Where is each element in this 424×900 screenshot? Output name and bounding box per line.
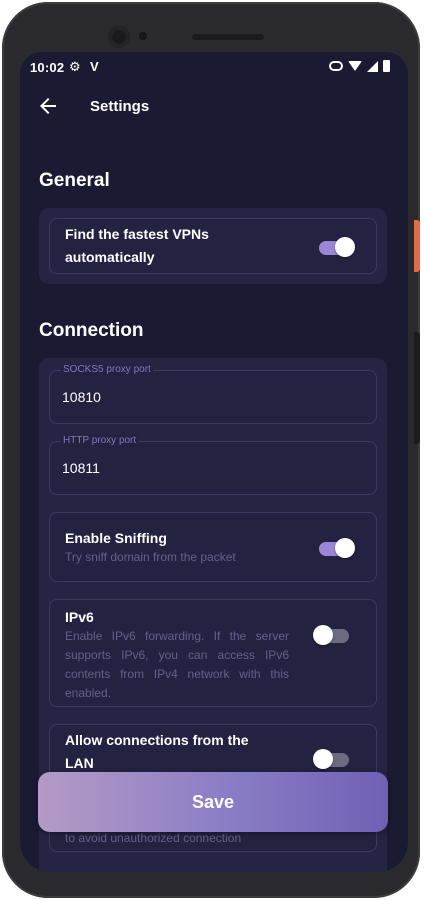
sniffing-row[interactable]: Enable Sniffing Try sniff domain from th… <box>49 512 377 582</box>
toggle-thumb <box>335 538 355 558</box>
sniffing-label: Enable Sniffing <box>65 530 167 546</box>
battery-icon <box>383 60 390 72</box>
section-title-connection: Connection <box>39 320 144 341</box>
ipv6-row[interactable]: IPv6 Enable IPv6 forwarding. If the serv… <box>49 599 377 707</box>
screen: 10:02 ⚙ V Settings General Find the fast… <box>20 52 408 872</box>
save-button[interactable]: Save <box>38 772 388 832</box>
ipv6-label: IPv6 <box>65 609 94 625</box>
earpiece-speaker <box>192 34 264 40</box>
volume-button <box>414 332 420 444</box>
sniffing-toggle[interactable] <box>317 538 355 558</box>
socks5-port-value[interactable]: 10810 <box>62 389 101 405</box>
gear-icon: ⚙ <box>69 59 81 74</box>
sensor-dot <box>139 32 147 40</box>
http-port-field[interactable]: HTTP proxy port 10811 <box>49 435 377 495</box>
app-bar: Settings <box>20 84 408 132</box>
phone-frame: 10:02 ⚙ V Settings General Find the fast… <box>2 2 420 898</box>
front-camera <box>108 26 130 48</box>
toggle-thumb <box>335 237 355 257</box>
top-bezel <box>2 2 424 58</box>
v-logo-icon: V <box>90 59 99 74</box>
key-icon <box>329 61 343 71</box>
signal-icon <box>367 60 378 72</box>
fastest-vpn-label: Find the fastest VPNs automatically <box>65 226 209 265</box>
wifi-icon <box>348 61 362 71</box>
fastest-vpn-row[interactable]: Find the fastest VPNs automatically <box>49 218 377 274</box>
page-title: Settings <box>90 98 150 115</box>
socks5-port-label: SOCKS5 proxy port <box>61 364 153 375</box>
http-port-label: HTTP proxy port <box>61 435 139 446</box>
arrow-left-icon[interactable] <box>36 94 60 118</box>
toggle-thumb <box>313 625 333 645</box>
sniffing-description: Try sniff domain from the packet <box>65 550 236 564</box>
ipv6-description: Enable IPv6 forwarding. If the server su… <box>65 629 289 700</box>
socks5-port-field[interactable]: SOCKS5 proxy port 10810 <box>49 364 377 424</box>
lan-toggle[interactable] <box>313 749 351 769</box>
fastest-vpn-toggle[interactable] <box>317 237 355 257</box>
ipv6-toggle[interactable] <box>313 625 351 645</box>
power-button <box>414 220 420 272</box>
lan-label: Allow connections from the LAN <box>65 732 249 771</box>
http-port-value[interactable]: 10811 <box>62 460 100 476</box>
status-icons <box>329 60 390 72</box>
section-title-general: General <box>39 170 110 191</box>
status-bar: 10:02 ⚙ V <box>20 52 408 82</box>
toggle-thumb <box>313 749 333 769</box>
status-time: 10:02 <box>30 60 65 75</box>
